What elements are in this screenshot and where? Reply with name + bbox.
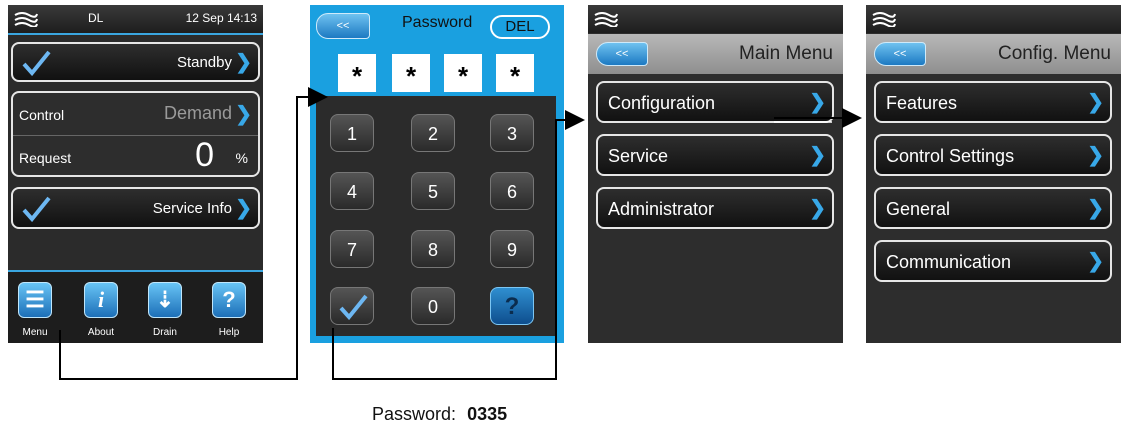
password-title: Password [402,14,473,31]
chevron-right-icon: ❯ [235,51,252,74]
chevron-right-icon: ❯ [1087,144,1104,167]
control-row[interactable]: Control Demand ❯ [13,93,258,135]
request-value: 0 [195,136,214,174]
status-bar [866,5,1121,33]
caption-label: Password: [372,404,457,424]
request-label: Request [19,150,72,166]
menu-item-service[interactable]: Service ❯ [596,134,834,176]
checkmark-icon [22,196,51,222]
password-digit-2: * [392,54,430,92]
delete-label: DEL [505,18,535,35]
chevron-right-icon: ❯ [1087,250,1104,273]
back-button[interactable]: << [874,42,926,66]
chevron-right-icon: ❯ [1087,91,1104,114]
key-4[interactable]: 4 [330,172,374,210]
control-value: Demand [163,103,232,123]
control-label: Control [19,107,65,123]
password-screen: << Password DEL * * * * 1 2 3 4 5 6 7 8 … [310,5,564,343]
title-bar: << Config. Menu [866,34,1121,74]
menu-item-label: General [886,199,951,219]
menu-item-configuration[interactable]: Configuration ❯ [596,81,834,123]
drain-icon[interactable]: ⇣ [148,282,182,318]
back-button[interactable]: << [596,42,648,66]
back-label: << [893,48,907,60]
logo-icon [14,12,38,27]
chevron-right-icon: ❯ [809,197,826,220]
main-menu-screen: << Main Menu Configuration ❯ Service ❯ A… [588,5,843,343]
menu-item-label: Communication [886,252,1012,272]
key-7[interactable]: 7 [330,230,374,268]
menu-item-features[interactable]: Features ❯ [874,81,1112,123]
status-bar [588,5,843,33]
back-label: << [336,20,350,32]
chevron-right-icon: ❯ [235,103,252,126]
chevron-right-icon: ❯ [1087,197,1104,220]
page-title: Main Menu [739,43,833,64]
page-title: Config. Menu [997,43,1111,64]
keypad: 1 2 3 4 5 6 7 8 9 0 ? [316,96,556,336]
service-info-button[interactable]: Service Info ❯ [11,187,260,229]
menu-item-label: Service [608,146,669,166]
key-5[interactable]: 5 [411,172,455,210]
help-icon: ? [504,293,520,320]
status-left: DL [88,11,104,25]
standby-button[interactable]: Standby ❯ [11,42,260,82]
logo-icon [872,12,896,27]
checkmark-icon [22,50,51,76]
password-digit-3: * [444,54,482,92]
key-9[interactable]: 9 [490,230,534,268]
menu-label: Menu [22,327,48,338]
info-icon[interactable]: i [84,282,118,318]
key-8[interactable]: 8 [411,230,455,268]
confirm-button[interactable] [330,287,374,325]
menu-item-control-settings[interactable]: Control Settings ❯ [874,134,1112,176]
title-bar: << Main Menu [588,34,843,74]
password-digit-1: * [338,54,376,92]
menu-item-label: Configuration [608,93,716,113]
password-caption: Password: 0335 [372,404,507,425]
help-label: Help [218,327,240,338]
menu-item-label: Features [886,93,958,113]
menu-item-label: Administrator [608,199,715,219]
key-0[interactable]: 0 [411,287,455,325]
menu-item-administrator[interactable]: Administrator ❯ [596,187,834,229]
key-3[interactable]: 3 [490,114,534,152]
standby-label: Standby [176,54,232,71]
menu-icon[interactable]: ☰ [18,282,52,318]
key-6[interactable]: 6 [490,172,534,210]
request-unit: % [235,150,248,166]
chevron-right-icon: ❯ [235,197,252,220]
status-datetime: 12 Sep 14:13 [185,11,257,25]
chevron-right-icon: ❯ [809,91,826,114]
home-screen: DL 12 Sep 14:13 Standby ❯ Control Demand… [8,5,263,343]
status-bar: DL 12 Sep 14:13 [8,5,263,33]
status-panel: Control Demand ❯ Request 0 % [11,91,260,177]
back-button[interactable]: << [316,13,370,39]
caption-value: 0335 [467,404,508,424]
request-row: Request 0 % [13,136,258,176]
back-label: << [615,48,629,60]
key-1[interactable]: 1 [330,114,374,152]
menu-item-communication[interactable]: Communication ❯ [874,240,1112,282]
password-digit-4: * [496,54,534,92]
help-icon[interactable]: ? [212,282,246,318]
config-menu-screen: << Config. Menu Features ❯ Control Setti… [866,5,1121,343]
logo-icon [594,12,618,27]
menu-item-label: Control Settings [886,146,1015,166]
drain-label: Drain [153,327,177,338]
about-label: About [87,327,115,338]
chevron-right-icon: ❯ [809,144,826,167]
help-button[interactable]: ? [490,287,534,325]
checkmark-icon [339,294,368,320]
key-2[interactable]: 2 [411,114,455,152]
service-info-label: Service Info [152,200,232,217]
delete-button[interactable]: DEL [490,15,550,39]
menu-item-general[interactable]: General ❯ [874,187,1112,229]
